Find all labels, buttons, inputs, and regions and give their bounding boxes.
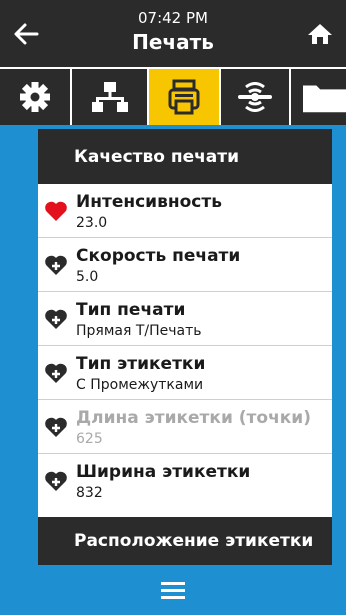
printer-icon xyxy=(168,79,200,115)
heart-filled-icon[interactable] xyxy=(44,200,68,222)
item-value: 832 xyxy=(76,485,103,501)
tab-settings[interactable] xyxy=(0,69,70,125)
list-item-print-type[interactable]: Тип печати Прямая Т/Печать xyxy=(38,292,332,346)
item-label: Ширина этикетки xyxy=(76,462,251,482)
heart-add-icon[interactable] xyxy=(44,362,68,384)
tab-storage[interactable] xyxy=(289,69,346,125)
menu-tabs xyxy=(0,69,346,125)
item-label: Интенсивность xyxy=(76,192,222,212)
section-print-quality: Качество печати xyxy=(38,129,332,184)
item-value: С Промежутками xyxy=(76,377,204,393)
gear-icon xyxy=(20,82,50,112)
list-item-label-width[interactable]: Ширина этикетки 832 xyxy=(38,454,332,508)
heart-add-icon[interactable] xyxy=(44,416,68,438)
heart-add-icon[interactable] xyxy=(44,308,68,330)
top-bar: 07:42 PM Печать xyxy=(0,0,346,67)
list-item-intensity[interactable]: Интенсивность 23.0 xyxy=(38,184,332,238)
item-value: 23.0 xyxy=(76,215,108,231)
item-label: Длина этикетки (точки) xyxy=(76,408,311,428)
wireless-icon xyxy=(238,82,272,112)
tab-connectivity[interactable] xyxy=(219,69,289,125)
folder-icon xyxy=(303,85,346,113)
heart-add-icon[interactable] xyxy=(44,254,68,276)
page-title: Печать xyxy=(132,30,214,54)
item-label: Тип печати xyxy=(76,300,186,320)
item-label: Скорость печати xyxy=(76,246,241,266)
section-label-position[interactable]: Расположение этикетки xyxy=(38,517,332,565)
item-label: Тип этикетки xyxy=(76,354,206,374)
list-item-label-length[interactable]: Длина этикетки (точки) 625 xyxy=(38,400,332,454)
home-icon xyxy=(308,24,332,44)
item-value: Прямая Т/Печать xyxy=(76,323,202,339)
item-value: 5.0 xyxy=(76,269,99,285)
heart-add-icon[interactable] xyxy=(44,470,68,492)
tab-print[interactable] xyxy=(147,69,219,125)
clock: 07:42 PM xyxy=(138,9,208,27)
item-value: 625 xyxy=(76,431,103,447)
network-icon xyxy=(91,82,128,112)
bottom-bar xyxy=(0,565,346,615)
list-item-label-type[interactable]: Тип этикетки С Промежутками xyxy=(38,346,332,400)
tab-network[interactable] xyxy=(70,69,147,125)
hamburger-menu-icon[interactable] xyxy=(161,581,185,599)
home-button[interactable] xyxy=(300,14,340,54)
list-item-print-speed[interactable]: Скорость печати 5.0 xyxy=(38,238,332,292)
